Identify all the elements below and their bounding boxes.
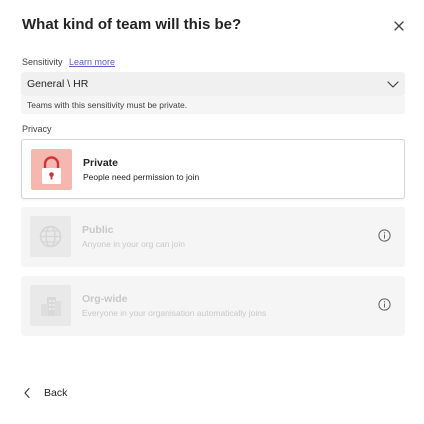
- privacy-option-description: People need permission to join: [83, 172, 200, 182]
- privacy-option-description: Everyone in your organisation automatica…: [82, 308, 267, 318]
- close-button[interactable]: [390, 17, 408, 35]
- privacy-option-private[interactable]: Private People need permission to join: [21, 139, 405, 199]
- chevron-down-icon: [387, 81, 399, 88]
- learn-more-link[interactable]: Learn more: [69, 57, 115, 67]
- dialog-title: What kind of team will this be?: [22, 16, 242, 33]
- info-icon[interactable]: [378, 298, 391, 311]
- sensitivity-note: Teams with this sensitivity must be priv…: [21, 96, 405, 114]
- privacy-option-title: Private: [83, 157, 119, 169]
- building-icon: [30, 285, 71, 326]
- chevron-left-icon: [24, 387, 30, 399]
- lock-icon: [31, 149, 72, 190]
- privacy-option-title: Org-wide: [82, 293, 128, 305]
- privacy-label: Privacy: [22, 124, 52, 134]
- close-icon: [394, 21, 404, 31]
- privacy-option-description: Anyone in your org can join: [82, 239, 186, 249]
- sensitivity-header: Sensitivity Learn more: [22, 57, 115, 67]
- privacy-option-title: Public: [82, 224, 114, 236]
- privacy-option-org-wide: Org-wide Everyone in your organisation a…: [21, 276, 405, 336]
- sensitivity-dropdown[interactable]: General \ HR: [21, 72, 405, 96]
- globe-icon: [30, 216, 71, 257]
- info-icon[interactable]: [378, 229, 391, 242]
- sensitivity-label: Sensitivity: [22, 57, 63, 67]
- back-label: Back: [44, 387, 68, 399]
- sensitivity-selected-value: General \ HR: [27, 78, 89, 90]
- privacy-option-public: Public Anyone in your org can join: [21, 207, 405, 267]
